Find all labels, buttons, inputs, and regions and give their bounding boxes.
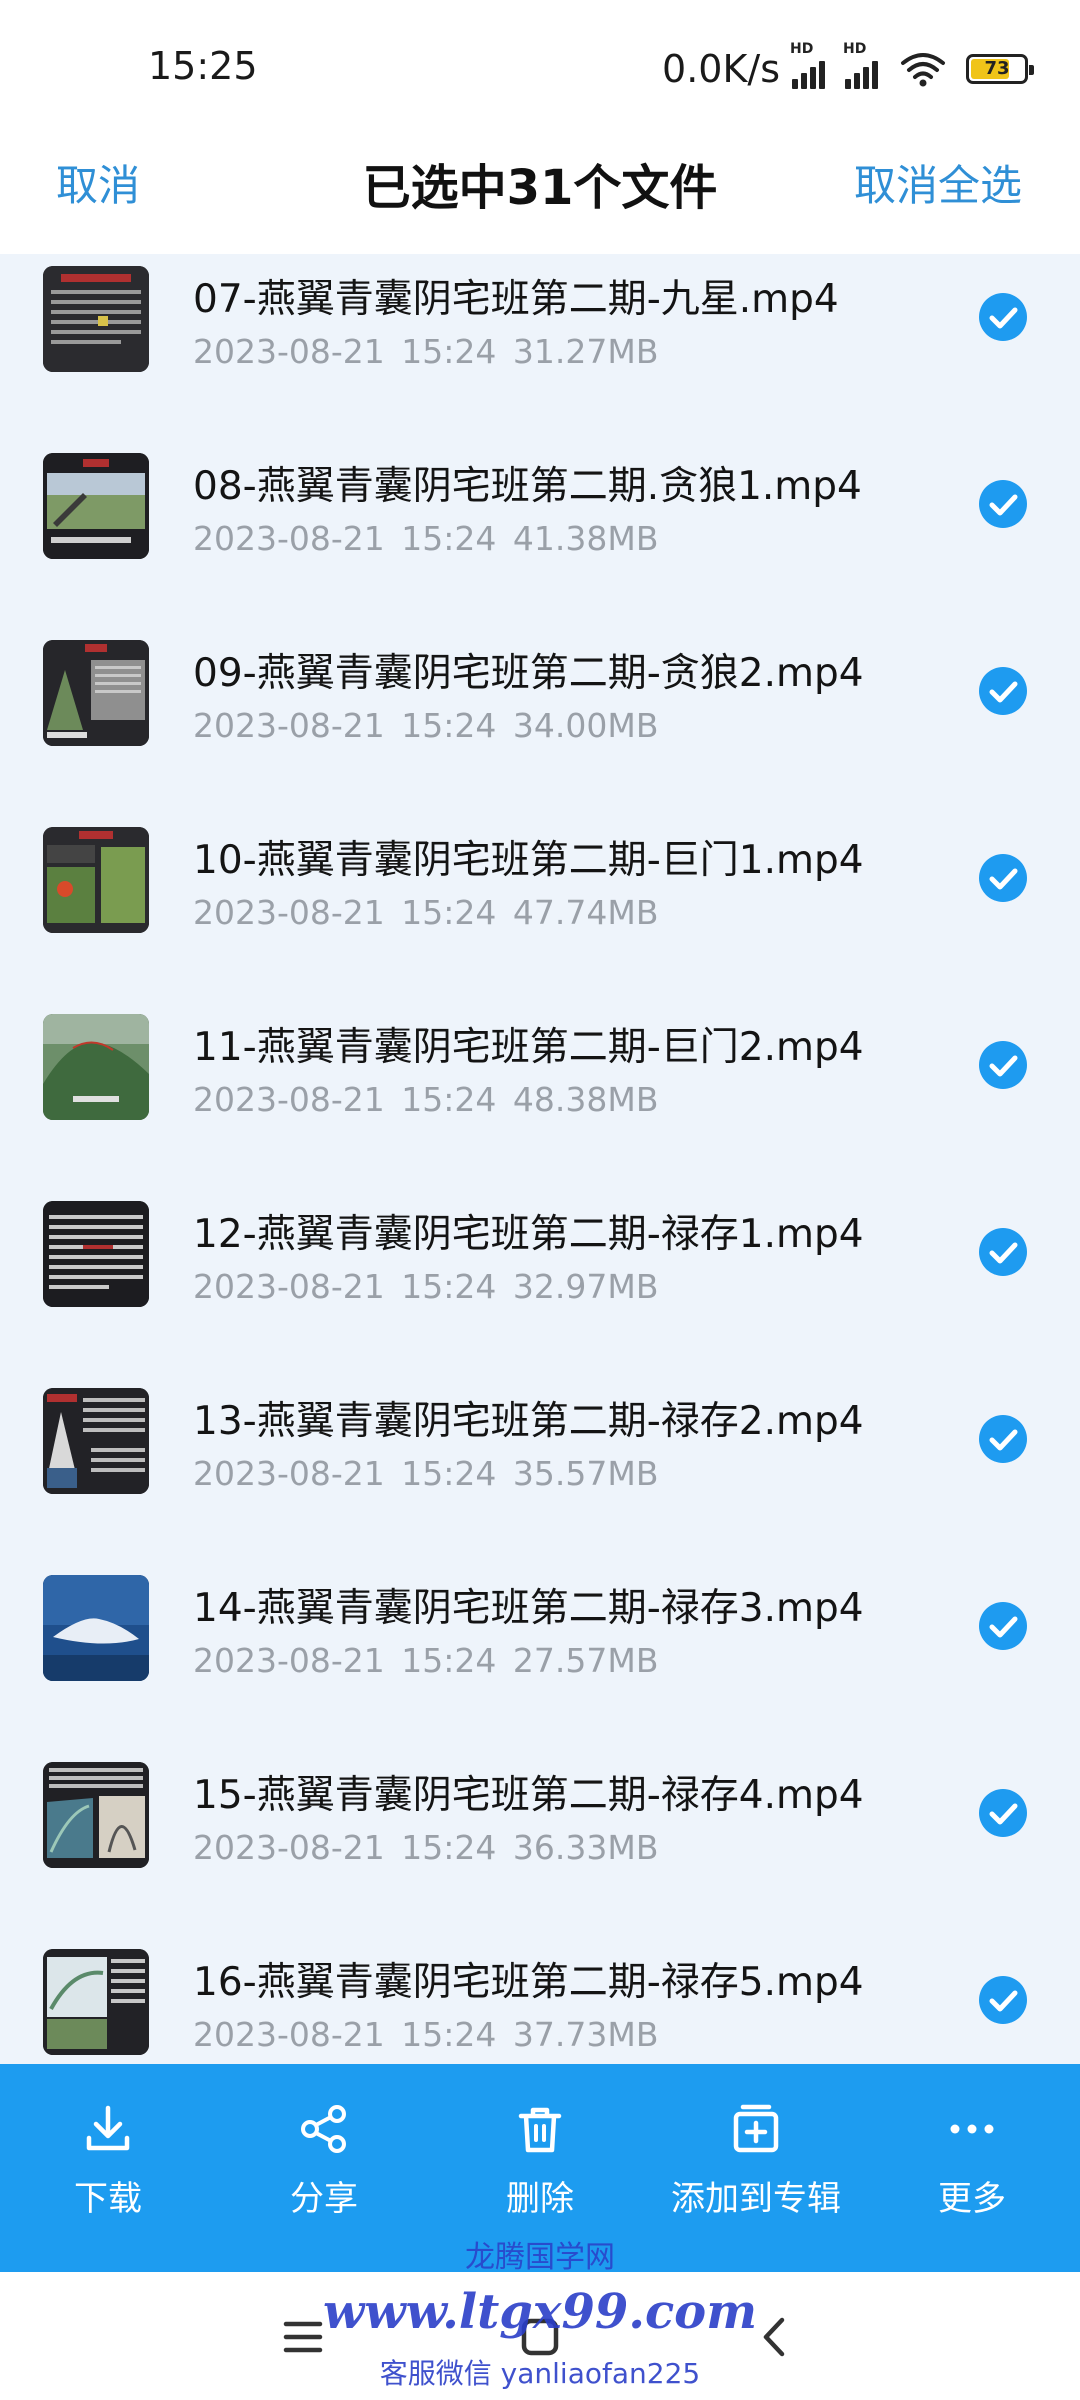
battery-level: 73 — [984, 58, 1010, 79]
file-row[interactable]: 11-燕翼青囊阴宅班第二期-巨门2.mp4 2023-08-21 15:24 4… — [0, 1002, 1080, 1189]
download-label: 下载 — [74, 2179, 142, 2219]
network-speed: 0.0K/s — [662, 47, 780, 91]
selected-check-icon[interactable] — [979, 1789, 1027, 1837]
file-meta: 2023-08-21 15:24 47.74MB — [193, 893, 659, 932]
deselect-all-button[interactable]: 取消全选 — [854, 152, 1022, 213]
file-meta: 2023-08-21 15:24 37.73MB — [193, 2015, 659, 2054]
status-icons: 0.0K/s HD HD 73 — [662, 41, 1034, 94]
file-row[interactable]: 07-燕翼青囊阴宅班第二期-九星.mp4 2023-08-21 15:24 31… — [0, 254, 1080, 441]
selected-check-icon[interactable] — [979, 480, 1027, 528]
video-thumbnail — [43, 1762, 149, 1868]
file-row[interactable]: 10-燕翼青囊阴宅班第二期-巨门1.mp4 2023-08-21 15:24 4… — [0, 815, 1080, 1002]
selected-check-icon[interactable] — [979, 854, 1027, 902]
video-thumbnail — [43, 827, 149, 933]
watermark-url: www.ltgx99.com — [323, 2284, 757, 2340]
file-name: 12-燕翼青囊阴宅班第二期-禄存1.mp4 — [193, 1212, 864, 1257]
more-label: 更多 — [938, 2179, 1006, 2219]
selected-check-icon[interactable] — [979, 293, 1027, 341]
file-name: 16-燕翼青囊阴宅班第二期-禄存5.mp4 — [193, 1960, 864, 2005]
video-thumbnail — [43, 1201, 149, 1307]
more-icon — [950, 2124, 994, 2134]
file-meta: 2023-08-21 15:24 35.57MB — [193, 1454, 659, 1493]
file-name: 14-燕翼青囊阴宅班第二期-禄存3.mp4 — [193, 1586, 864, 1631]
file-name: 13-燕翼青囊阴宅班第二期-禄存2.mp4 — [193, 1399, 864, 1444]
file-meta: 2023-08-21 15:24 41.38MB — [193, 519, 659, 558]
file-row[interactable]: 09-燕翼青囊阴宅班第二期-贪狼2.mp4 2023-08-21 15:24 3… — [0, 628, 1080, 815]
trash-icon — [518, 2107, 562, 2153]
selected-check-icon[interactable] — [979, 1976, 1027, 2024]
file-row[interactable]: 15-燕翼青囊阴宅班第二期-禄存4.mp4 2023-08-21 15:24 3… — [0, 1750, 1080, 1937]
selected-check-icon[interactable] — [979, 667, 1027, 715]
selection-header: 取消 已选中31个文件 取消全选 — [0, 130, 1080, 254]
file-name: 11-燕翼青囊阴宅班第二期-巨门2.mp4 — [193, 1025, 864, 1070]
video-thumbnail — [43, 1388, 149, 1494]
file-name: 08-燕翼青囊阴宅班第二期.贪狼1.mp4 — [193, 464, 862, 509]
file-row[interactable]: 16-燕翼青囊阴宅班第二期-禄存5.mp4 2023-08-21 15:24 3… — [0, 1937, 1080, 2064]
watermark-site-name: 龙腾国学网 — [465, 2240, 615, 2275]
file-row[interactable]: 14-燕翼青囊阴宅班第二期-禄存3.mp4 2023-08-21 15:24 2… — [0, 1563, 1080, 1750]
battery-icon: 73 — [966, 54, 1034, 84]
video-thumbnail — [43, 1949, 149, 2055]
file-name: 09-燕翼青囊阴宅班第二期-贪狼2.mp4 — [193, 651, 864, 696]
file-row[interactable]: 08-燕翼青囊阴宅班第二期.贪狼1.mp4 2023-08-21 15:24 4… — [0, 441, 1080, 628]
sim2-hd-label: HD — [843, 41, 867, 57]
file-meta: 2023-08-21 15:24 36.33MB — [193, 1828, 659, 1867]
add-to-album-icon — [733, 2104, 779, 2153]
status-time: 15:25 — [148, 44, 258, 88]
add-to-album-label: 添加到专辑 — [671, 2179, 841, 2219]
video-thumbnail — [43, 1014, 149, 1120]
file-meta: 2023-08-21 15:24 34.00MB — [193, 706, 659, 745]
file-meta: 2023-08-21 15:24 31.27MB — [193, 332, 659, 371]
file-meta: 2023-08-21 15:24 32.97MB — [193, 1267, 659, 1306]
selected-check-icon[interactable] — [979, 1041, 1027, 1089]
file-name: 15-燕翼青囊阴宅班第二期-禄存4.mp4 — [193, 1773, 864, 1818]
download-icon — [86, 2105, 130, 2151]
watermark-contact: 客服微信 yanliaofan225 — [379, 2357, 701, 2390]
video-thumbnail — [43, 266, 149, 372]
file-list: 07-燕翼青囊阴宅班第二期-九星.mp4 2023-08-21 15:24 31… — [0, 254, 1080, 2064]
file-name: 10-燕翼青囊阴宅班第二期-巨门1.mp4 — [193, 838, 864, 883]
sim1-hd-label: HD — [790, 41, 814, 57]
selected-check-icon[interactable] — [979, 1602, 1027, 1650]
file-meta: 2023-08-21 15:24 27.57MB — [193, 1641, 659, 1680]
signal-sim1-icon: HD — [790, 41, 825, 89]
file-row[interactable]: 13-燕翼青囊阴宅班第二期-禄存2.mp4 2023-08-21 15:24 3… — [0, 1376, 1080, 1563]
wifi-icon — [901, 53, 945, 87]
file-meta: 2023-08-21 15:24 48.38MB — [193, 1080, 659, 1119]
video-thumbnail — [43, 453, 149, 559]
delete-label: 删除 — [506, 2179, 574, 2219]
share-label: 分享 — [290, 2179, 358, 2219]
status-bar: 15:25 0.0K/s HD HD 73 — [0, 0, 1080, 130]
file-row[interactable]: 12-燕翼青囊阴宅班第二期-禄存1.mp4 2023-08-21 15:24 3… — [0, 1189, 1080, 1376]
selected-check-icon[interactable] — [979, 1415, 1027, 1463]
file-name: 07-燕翼青囊阴宅班第二期-九星.mp4 — [193, 277, 839, 322]
video-thumbnail — [43, 1575, 149, 1681]
signal-sim2-icon: HD — [843, 41, 878, 89]
share-icon — [301, 2105, 346, 2153]
video-thumbnail — [43, 640, 149, 746]
selected-check-icon[interactable] — [979, 1228, 1027, 1276]
